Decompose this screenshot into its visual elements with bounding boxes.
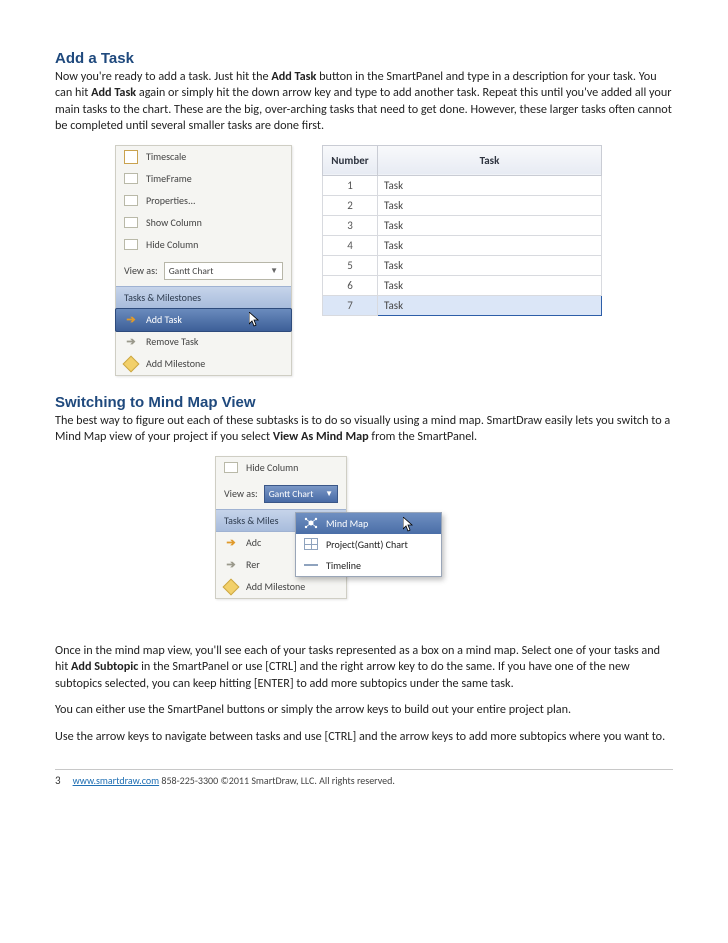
chevron-down-icon: ▼ xyxy=(270,266,278,276)
label: Add Task xyxy=(146,313,182,326)
frame-icon xyxy=(124,194,138,208)
table-row[interactable]: 3Task xyxy=(323,215,602,235)
text: again or simply hit the down arrow key a… xyxy=(55,85,672,133)
table-row[interactable]: 2Task xyxy=(323,195,602,215)
gantt-icon xyxy=(304,538,318,550)
view-as-label: View as: xyxy=(124,264,158,277)
menu-item-timeframe[interactable]: TimeFrame xyxy=(116,168,291,190)
text-strong: Add Task xyxy=(91,85,136,100)
view-as-row: View as: Gantt Chart ▼ xyxy=(116,256,291,286)
paragraph-subtopic: Once in the mind map view, you'll see ea… xyxy=(55,643,673,692)
paragraph-mind-map: The best way to figure out each of these… xyxy=(55,413,673,446)
mindmap-icon xyxy=(304,517,318,529)
label: Adc xyxy=(246,536,261,549)
cursor-icon xyxy=(249,312,261,328)
page-number: 3 xyxy=(55,774,61,787)
view-as-label: View as: xyxy=(224,487,258,500)
label: Mind Map xyxy=(326,517,368,530)
table-row[interactable]: 4Task xyxy=(323,235,602,255)
label: Add Milestone xyxy=(246,580,305,593)
menu-item-show-column[interactable]: Show Column xyxy=(116,212,291,234)
view-option-mind-map[interactable]: Mind Map xyxy=(296,513,441,534)
text: Now you're ready to add a task. Just hit… xyxy=(55,69,271,84)
table-header-row: Number Task xyxy=(323,145,602,175)
paragraph-add-task: Now you're ready to add a task. Just hit… xyxy=(55,69,673,135)
text-strong: View As Mind Map xyxy=(273,429,369,444)
frame-icon xyxy=(224,461,238,475)
chevron-down-icon: ▼ xyxy=(325,489,333,499)
text: 858-225-3300 ©2011 SmartDraw, LLC. All r… xyxy=(159,774,395,787)
cursor-icon xyxy=(403,517,415,533)
view-option-gantt[interactable]: Project(Gantt) Chart xyxy=(296,534,441,555)
menu-item-timescale[interactable]: Timescale xyxy=(116,146,291,168)
view-as-dropdown[interactable]: Gantt Chart ▼ xyxy=(164,262,283,280)
page-footer: 3 www.smartdraw.com 858-225-3300 ©2011 S… xyxy=(55,774,673,787)
screenshot-add-task: Timescale TimeFrame Properties... Show C… xyxy=(115,145,673,376)
add-icon: ➔ xyxy=(124,313,138,327)
label: Hide Column xyxy=(246,461,298,474)
label: Timeline xyxy=(326,559,361,572)
add-milestone-button[interactable]: Add Milestone xyxy=(216,576,346,598)
document-page: Add a Task Now you're ready to add a tas… xyxy=(0,0,728,943)
label: Timescale xyxy=(146,150,186,163)
remove-icon: ➔ xyxy=(224,558,238,572)
doc-icon xyxy=(124,150,138,164)
view-as-dropdown-open[interactable]: Gantt Chart ▼ xyxy=(264,485,338,503)
text: from the SmartPanel. xyxy=(369,429,477,444)
table-row[interactable]: 1Task xyxy=(323,175,602,195)
view-as-row: View as: Gantt Chart ▼ xyxy=(216,479,346,509)
dropdown-value: Gantt Chart xyxy=(269,488,314,500)
add-task-button[interactable]: ➔ Add Task xyxy=(115,308,292,332)
label: Properties... xyxy=(146,194,196,207)
label: Remove Task xyxy=(146,335,198,348)
text-strong: Add Subtopic xyxy=(71,659,138,674)
frame-icon xyxy=(124,172,138,186)
paragraph-navigate: Use the arrow keys to navigate between t… xyxy=(55,729,673,745)
heading-add-task: Add a Task xyxy=(55,50,673,67)
footer-link[interactable]: www.smartdraw.com xyxy=(73,774,160,787)
panel-section-header: Tasks & Milestones xyxy=(116,286,291,309)
menu-item-hide-column[interactable]: Hide Column xyxy=(116,234,291,256)
text: in the SmartPanel or use [CTRL] and the … xyxy=(55,659,630,690)
label: Project(Gantt) Chart xyxy=(326,538,408,551)
view-option-timeline[interactable]: Timeline xyxy=(296,555,441,576)
remove-icon: ➔ xyxy=(124,335,138,349)
label: Add Milestone xyxy=(146,357,205,370)
menu-item-properties[interactable]: Properties... xyxy=(116,190,291,212)
text-strong: Add Task xyxy=(271,69,316,84)
add-icon: ➔ xyxy=(224,536,238,550)
col-number: Number xyxy=(323,145,378,175)
dropdown-value: Gantt Chart xyxy=(169,265,214,277)
footer-text: www.smartdraw.com 858-225-3300 ©2011 Sma… xyxy=(73,774,395,787)
timeline-icon xyxy=(304,559,318,571)
label: Hide Column xyxy=(146,238,198,251)
frame-icon xyxy=(124,238,138,252)
col-task: Task xyxy=(378,145,602,175)
label: Show Column xyxy=(146,216,202,229)
screenshot-view-as: Hide Column View as: Gantt Chart ▼ Tasks… xyxy=(215,456,673,631)
label: TimeFrame xyxy=(146,172,192,185)
table-row[interactable]: 6Task xyxy=(323,275,602,295)
heading-mind-map: Switching to Mind Map View xyxy=(55,394,673,411)
paragraph-arrow-keys: You can either use the SmartPanel button… xyxy=(55,702,673,718)
view-as-menu: Mind Map Project(Gantt) Chart Timeline xyxy=(295,512,442,577)
label: Rer xyxy=(246,558,260,571)
add-milestone-button[interactable]: Add Milestone xyxy=(116,353,291,375)
menu-item-hide-column[interactable]: Hide Column xyxy=(216,457,346,479)
smartpanel: Timescale TimeFrame Properties... Show C… xyxy=(115,145,292,376)
milestone-icon xyxy=(224,580,238,594)
milestone-icon xyxy=(124,357,138,371)
table-row-selected[interactable]: 7Task xyxy=(323,295,602,315)
remove-task-button[interactable]: ➔ Remove Task xyxy=(116,331,291,353)
task-table: Number Task 1Task 2Task 3Task 4Task 5Tas… xyxy=(322,145,602,316)
table-row[interactable]: 5Task xyxy=(323,255,602,275)
frame-icon xyxy=(124,216,138,230)
